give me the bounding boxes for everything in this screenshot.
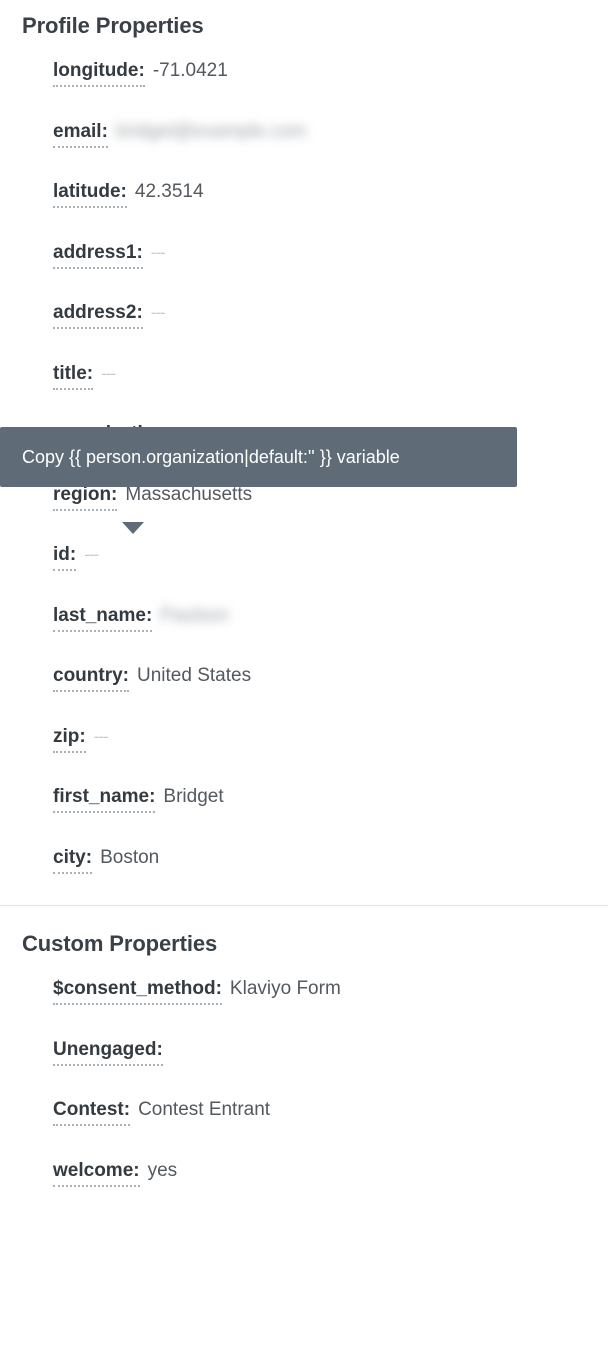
property-value: Bridget bbox=[163, 786, 224, 807]
property-row: email: bridget@example.com bbox=[53, 119, 608, 180]
property-value: -71.0421 bbox=[152, 60, 228, 81]
property-label[interactable]: city: bbox=[53, 845, 93, 874]
property-value: Paulson bbox=[160, 604, 229, 626]
property-row: last_name: Paulson bbox=[53, 603, 608, 664]
property-label[interactable]: Unengaged: bbox=[53, 1037, 163, 1066]
property-row: $consent_method: Klaviyo Form bbox=[53, 976, 608, 1037]
property-value: Klaviyo Form bbox=[229, 978, 341, 999]
property-row: Unengaged: bbox=[53, 1037, 608, 1098]
property-row: title: --- bbox=[53, 361, 608, 422]
property-value: Contest Entrant bbox=[138, 1099, 271, 1120]
property-label[interactable]: $consent_method: bbox=[53, 976, 222, 1005]
property-row: address1: --- bbox=[53, 240, 608, 301]
property-value: --- bbox=[93, 726, 109, 746]
property-label[interactable]: first_name: bbox=[53, 784, 156, 813]
tooltip-arrow-icon bbox=[122, 522, 144, 534]
property-row: welcome: yes bbox=[53, 1158, 608, 1219]
property-row: address2: --- bbox=[53, 300, 608, 361]
property-label[interactable]: last_name: bbox=[53, 603, 153, 632]
property-label[interactable]: latitude: bbox=[53, 179, 127, 208]
custom-properties-heading: Custom Properties bbox=[22, 931, 218, 956]
copy-variable-tooltip: Copy {{ person.organization|default:'' }… bbox=[0, 427, 517, 534]
tooltip-text: Copy {{ person.organization|default:'' }… bbox=[22, 447, 400, 467]
property-row: longitude: -71.0421 bbox=[53, 58, 608, 119]
property-label[interactable]: title: bbox=[53, 361, 94, 390]
property-value: --- bbox=[150, 242, 166, 262]
property-label[interactable]: country: bbox=[53, 663, 129, 692]
property-label[interactable]: Contest: bbox=[53, 1097, 131, 1126]
property-value: --- bbox=[150, 303, 166, 322]
property-label[interactable]: address1: bbox=[53, 240, 143, 269]
custom-properties-list: $consent_method: Klaviyo Form Unengaged: Co… bbox=[0, 976, 608, 1218]
property-row: latitude: 42.3514 bbox=[53, 179, 608, 240]
property-value: bridget@example.com bbox=[115, 120, 307, 142]
property-label[interactable]: id: bbox=[53, 542, 77, 571]
property-row: city: Boston bbox=[53, 845, 608, 906]
profile-properties-heading: Profile Properties bbox=[22, 13, 204, 38]
property-row: country: United States bbox=[53, 663, 608, 724]
property-row: zip: --- bbox=[53, 724, 608, 785]
property-row: first_name: Bridget bbox=[53, 784, 608, 845]
property-value: --- bbox=[101, 363, 116, 383]
property-label[interactable]: address2: bbox=[53, 300, 143, 329]
profile-properties-panel: Profile Properties longitude: -71.0421 ema… bbox=[0, 0, 608, 1361]
property-label[interactable]: welcome: bbox=[53, 1158, 140, 1187]
property-value: Boston bbox=[100, 846, 160, 868]
property-value: 42.3514 bbox=[134, 181, 204, 202]
property-label[interactable]: email: bbox=[53, 119, 108, 148]
property-value: --- bbox=[84, 545, 99, 564]
property-value: yes bbox=[147, 1159, 178, 1181]
property-label[interactable]: longitude: bbox=[53, 58, 145, 87]
property-value: United States bbox=[137, 665, 252, 686]
property-row: Contest: Contest Entrant bbox=[53, 1097, 608, 1158]
property-row: id: --- bbox=[53, 542, 608, 603]
property-label[interactable]: zip: bbox=[53, 724, 86, 753]
